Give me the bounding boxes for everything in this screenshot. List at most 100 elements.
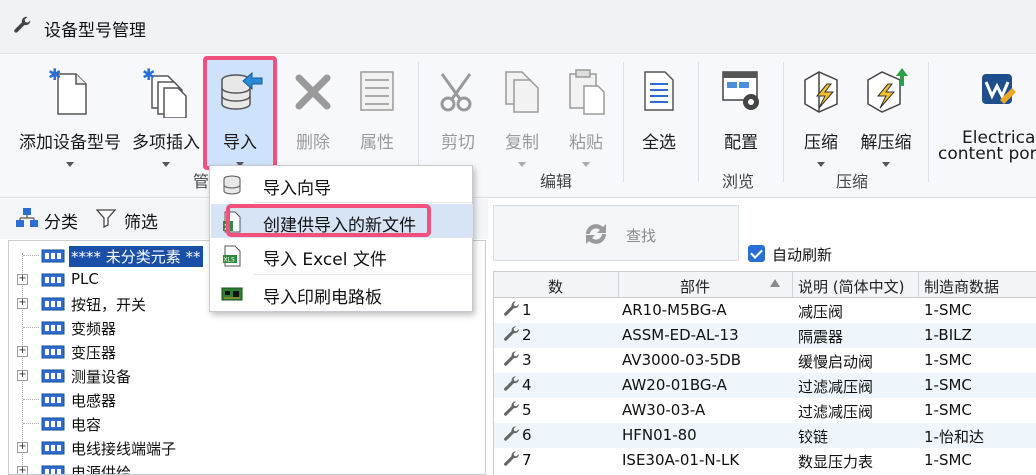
title-bar: 设备型号管理 [0, 0, 1036, 54]
group-label-compress: 压缩 [836, 172, 869, 191]
device-category-icon [41, 249, 65, 263]
tree-item-label: 电容 [71, 416, 102, 434]
tree-item-label: 电源供给 [71, 464, 132, 475]
table-row[interactable]: 4 AW20-01BG-A 过滤减压阀 1-SMC [494, 373, 1036, 398]
table-row[interactable]: 3 AV3000-03-5DB 缓慢启动阀 1-SMC [494, 348, 1036, 373]
table-row[interactable]: 6 HFN01-80 铰链 1-怡和达 [494, 423, 1036, 448]
expand-plus-icon[interactable]: + [17, 298, 28, 309]
pcb-icon [221, 287, 243, 301]
column-divider [618, 272, 619, 298]
device-category-icon [41, 441, 65, 455]
column-header-manufacturer[interactable]: 制造商数据 [924, 276, 999, 297]
cell-manufacturer: 1-SMC [924, 351, 972, 369]
hierarchy-icon [16, 208, 38, 227]
excel-icon: XLS [223, 245, 241, 267]
expand-plus-icon[interactable]: + [17, 370, 28, 381]
table-row[interactable]: 7 ISE30A-01-N-LK 数显压力表 1-SMC [494, 448, 1036, 473]
column-header-part[interactable]: 部件 [680, 276, 710, 297]
add-model-button[interactable]: ✱ 添加设备型号 [12, 62, 128, 186]
cell-number: 1 [522, 301, 532, 319]
tree-item-label: 电感器 [71, 392, 117, 410]
dropdown-arrow-icon [518, 162, 526, 167]
cell-manufacturer: 1-BILZ [924, 326, 972, 344]
tree-item[interactable]: + 测量设备 [9, 364, 479, 388]
cell-part: AV3000-03-5DB [622, 351, 742, 369]
parts-table: 数 部件 说明 (简体中文) 制造商数据 1 AR10-M5BG-A 减压阀 1-SM… [493, 271, 1036, 475]
svg-text:XLS: XLS [224, 257, 235, 264]
cell-manufacturer: 1-怡和达 [924, 428, 984, 446]
tree-item-label: 变压器 [71, 344, 117, 362]
table-row[interactable]: 1 AR10-M5BG-A 减压阀 1-SMC [494, 298, 1036, 323]
menu-item-import-wizard[interactable]: 导入向导 [211, 167, 473, 201]
wrench-icon [504, 426, 520, 441]
tree-item-label: 测量设备 [71, 368, 132, 386]
tree-item[interactable]: 电容 [9, 412, 479, 436]
expand-plus-icon[interactable]: + [17, 442, 28, 453]
device-category-icon [41, 393, 65, 407]
cell-number: 7 [522, 451, 532, 469]
tree-connector [23, 255, 39, 256]
device-category-icon [41, 345, 65, 359]
device-category-icon [41, 465, 65, 474]
database-import-icon [221, 71, 263, 110]
electrical-content-portal-icon [982, 74, 1016, 104]
tree-item[interactable]: 电感器 [9, 388, 479, 412]
ribbon-separator [698, 62, 699, 182]
column-header-description[interactable]: 说明 (简体中文) [798, 276, 904, 297]
filter-icon [96, 209, 116, 228]
delete-x-icon [295, 74, 331, 110]
tree-item[interactable]: 变频器 [9, 316, 479, 340]
tree-item[interactable]: + 变压器 [9, 340, 479, 364]
scissors-icon [440, 73, 472, 112]
column-divider [792, 272, 793, 298]
refresh-icon [586, 224, 606, 244]
expand-plus-icon[interactable]: + [17, 346, 28, 357]
cell-number: 6 [522, 426, 532, 444]
menu-item-import-pcb[interactable]: 导入印刷电路板 [211, 276, 473, 310]
device-category-icon [41, 297, 65, 311]
menu-item-import-excel[interactable]: XLS 导入 Excel 文件 [211, 238, 473, 272]
search-button[interactable]: 查找 [493, 205, 739, 261]
expand-plus-icon[interactable]: + [17, 274, 28, 285]
dropdown-arrow-icon [582, 162, 590, 167]
cell-number: 5 [522, 401, 532, 419]
electrical-content-portal-button[interactable]: Electrical content por [936, 62, 1036, 186]
select-all-button[interactable]: 全选 [630, 62, 688, 186]
device-category-icon [41, 273, 65, 287]
column-header-number[interactable]: 数 [548, 276, 563, 297]
group-label-edit: 编辑 [540, 172, 573, 191]
dropdown-arrow-icon [817, 162, 825, 167]
checkbox-checked-icon[interactable] [748, 245, 765, 262]
device-category-icon [41, 321, 65, 335]
decompress-icon [867, 68, 908, 113]
cell-number: 3 [522, 351, 532, 369]
cell-part: HFN01-80 [622, 426, 697, 444]
compress-icon [804, 71, 838, 113]
cell-part: AW20-01BG-A [622, 376, 727, 394]
configure-gear-icon [722, 71, 759, 110]
dropdown-arrow-icon [162, 162, 170, 167]
svg-text:✱: ✱ [48, 66, 61, 84]
import-dropdown-menu: 导入向导 X 创建供导入的新文件 XLS 导入 Excel 文件 导入印刷电路板 [209, 165, 473, 312]
expand-plus-icon[interactable]: + [17, 466, 28, 474]
tree-connector [23, 327, 39, 328]
database-icon [223, 175, 241, 195]
cell-description: 数显压力表 [798, 453, 874, 471]
select-all-icon [644, 71, 674, 111]
new-document-icon: ✱ [48, 66, 87, 115]
tree-item-label: **** 未分类元素 ** [69, 246, 203, 267]
tree-item[interactable]: + 电线接线端端子 [9, 436, 479, 460]
tree-item[interactable]: + 电源供给 [9, 460, 479, 475]
wrench-icon [14, 16, 31, 33]
table-row[interactable]: 2 ASSM-ED-AL-13 隔震器 1-BILZ [494, 323, 1036, 348]
sort-ascending-icon [770, 279, 780, 287]
table-row[interactable]: 5 AW30-03-A 过滤减压阀 1-SMC [494, 398, 1036, 423]
ribbon-separator [418, 62, 419, 182]
wrench-icon [504, 376, 520, 391]
properties-list-icon [360, 71, 394, 111]
menu-divider [254, 202, 472, 203]
tree-connector [23, 423, 39, 424]
group-label-manage: 管 [193, 172, 210, 191]
cell-description: 过滤减压阀 [798, 378, 874, 396]
wrench-icon [504, 401, 520, 416]
